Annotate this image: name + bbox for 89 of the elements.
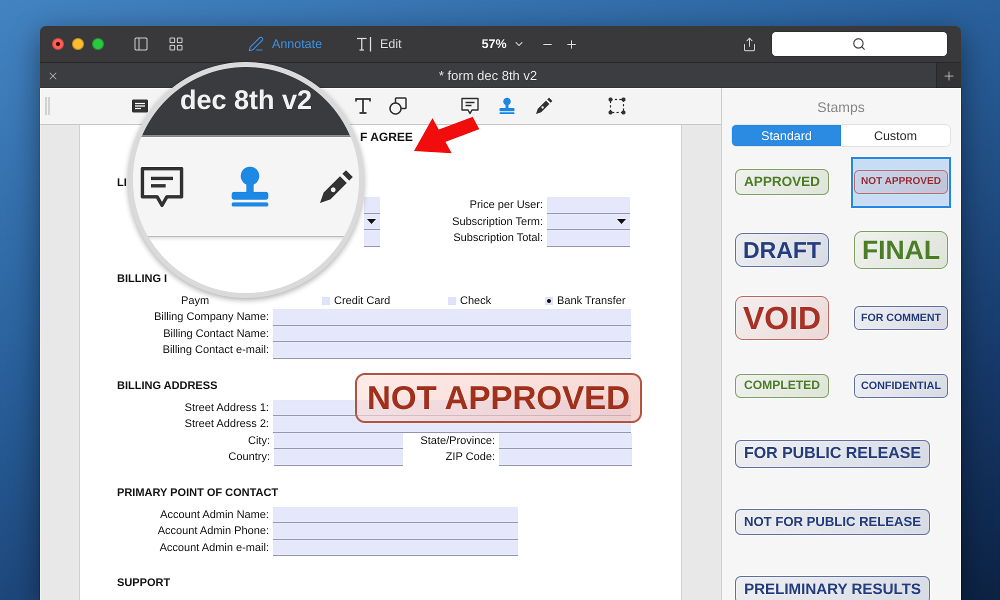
section-heading: BILLING ADDRESS xyxy=(117,378,218,392)
input-field[interactable] xyxy=(499,449,632,466)
stamp-option[interactable]: CONFIDENTIAL xyxy=(854,374,948,398)
close-window-button[interactable] xyxy=(52,38,64,50)
input-field[interactable] xyxy=(547,197,630,214)
document-title: F AGREE xyxy=(360,130,414,144)
search-icon xyxy=(852,37,866,51)
input-field[interactable] xyxy=(273,309,631,326)
segment-tab[interactable]: Standard xyxy=(732,125,841,146)
option-checkbox[interactable] xyxy=(448,296,456,305)
grid-icon[interactable] xyxy=(168,36,184,52)
input-field[interactable] xyxy=(273,540,518,556)
plus-icon xyxy=(942,68,956,82)
zoom-dropdown[interactable]: 57% xyxy=(482,37,525,51)
plus-icon[interactable] xyxy=(564,38,578,50)
stamp-option[interactable]: COMPLETED xyxy=(735,374,829,398)
section-heading: LI xyxy=(117,176,128,190)
stamp-overlay: NOT APPROVED xyxy=(355,373,642,423)
option-checkbox[interactable] xyxy=(545,296,553,305)
input-field[interactable] xyxy=(364,230,380,246)
field-label: Account Admin Name: xyxy=(159,508,270,522)
share-icon[interactable] xyxy=(742,36,757,52)
comment-icon[interactable] xyxy=(461,97,479,115)
section-heading: PRIMARY POINT OF CONTACT xyxy=(117,486,280,500)
grip-icon[interactable] xyxy=(45,97,50,115)
close-icon[interactable] xyxy=(47,70,59,82)
input-field[interactable] xyxy=(364,197,380,214)
text-cursor-icon xyxy=(356,36,372,52)
field-label: State/Province: xyxy=(419,434,496,448)
stamp-option[interactable]: NOT FOR PUBLIC RELEASE xyxy=(735,509,930,535)
new-tab-button[interactable] xyxy=(936,63,961,88)
field-label: Account Admin e-mail: xyxy=(158,540,270,556)
stamp-option[interactable]: FOR COMMENT xyxy=(854,306,948,330)
field-label: Subscription Term: xyxy=(451,214,544,230)
field-label: City: xyxy=(247,434,271,448)
stamp-option[interactable]: PRELIMINARY RESULTS xyxy=(735,576,930,600)
input-field[interactable] xyxy=(273,342,631,358)
input-field[interactable] xyxy=(274,432,403,449)
field-label: Account Admin Phone: xyxy=(156,524,270,539)
field-label: Street Address 1: xyxy=(184,400,270,416)
sidebar-icon[interactable] xyxy=(133,36,149,52)
input-field[interactable] xyxy=(273,506,518,523)
input-field[interactable] xyxy=(274,449,403,466)
section-heading: SUPPORT xyxy=(117,576,172,590)
input-field[interactable] xyxy=(547,230,630,246)
option-label: Credit Card xyxy=(334,294,390,308)
option-checkbox[interactable] xyxy=(322,296,330,305)
text-box-icon[interactable] xyxy=(131,97,149,115)
field-label: Price per User: xyxy=(468,198,544,213)
input-field[interactable] xyxy=(499,432,632,449)
dropdown-field[interactable] xyxy=(364,214,380,230)
stamp-option[interactable]: FINAL xyxy=(854,230,948,270)
stamp-option[interactable]: VOID xyxy=(735,296,829,340)
field-label: Billing Company Name: xyxy=(153,310,270,325)
field-label: Country: xyxy=(227,450,271,465)
caret-icon xyxy=(367,218,376,224)
maximize-window-button[interactable] xyxy=(92,38,104,50)
search-field[interactable] xyxy=(772,32,947,56)
option-label: Check xyxy=(460,294,492,308)
input-field[interactable] xyxy=(273,416,631,432)
text-icon[interactable] xyxy=(354,97,372,115)
caret-icon xyxy=(617,218,626,224)
magnified-tab-title: dec 8th v2 xyxy=(180,84,312,116)
field-label: Street Address 2: xyxy=(184,417,270,432)
segment-tab[interactable]: Custom xyxy=(841,125,950,146)
selection-icon[interactable] xyxy=(608,97,626,115)
field-label: Paym xyxy=(180,294,210,308)
pointer-arrow xyxy=(414,116,480,154)
field-label: Billing Contact e-mail: xyxy=(162,343,270,358)
stamp-option[interactable]: APPROVED xyxy=(735,169,829,195)
pen-icon xyxy=(248,36,264,52)
stamp-option[interactable]: DRAFT xyxy=(735,232,829,268)
section-heading: BILLING I xyxy=(117,272,168,286)
shapes-icon[interactable] xyxy=(389,97,407,115)
tab-title[interactable]: * form dec 8th v2 xyxy=(438,68,538,83)
option-label: Bank Transfer xyxy=(557,294,626,308)
field-label: Billing Contact Name: xyxy=(162,326,270,342)
stamp-option[interactable]: NOT APPROVED xyxy=(854,170,948,194)
panel-title: Stamps xyxy=(816,98,866,116)
stamp-option[interactable]: FOR PUBLIC RELEASE xyxy=(735,440,930,468)
dropdown-field[interactable] xyxy=(547,214,630,230)
minimize-window-button[interactable] xyxy=(72,38,84,50)
input-field[interactable] xyxy=(273,523,518,540)
input-field[interactable] xyxy=(273,326,631,342)
field-label: ZIP Code: xyxy=(444,450,496,465)
mode-button[interactable]: Edit xyxy=(356,36,402,52)
field-label: Subscription Total: xyxy=(452,231,544,246)
stamp-icon[interactable] xyxy=(498,97,516,115)
pen-icon[interactable] xyxy=(535,97,553,115)
